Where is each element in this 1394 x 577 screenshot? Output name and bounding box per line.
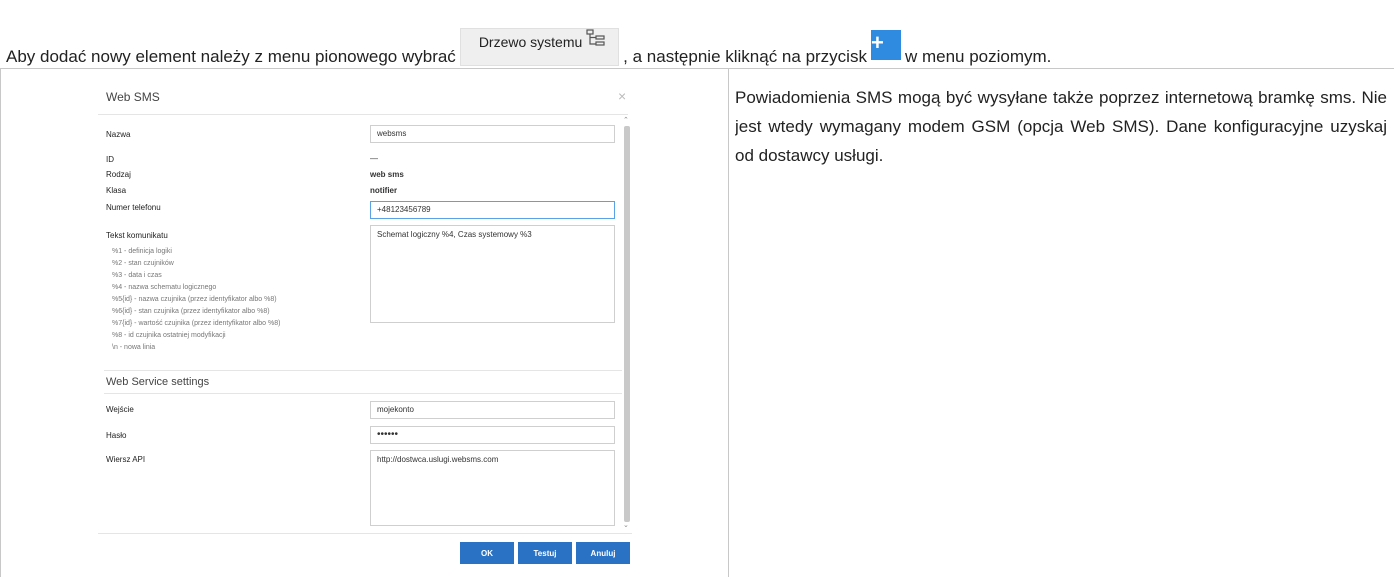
name-input[interactable]: websms [370, 125, 615, 143]
password-label: Hasło [106, 431, 127, 440]
id-value: — [370, 154, 378, 163]
hint-1: %1 - definicja logiki [112, 248, 172, 255]
instruction-part2: , a następnie kliknąć na przycisk [623, 47, 867, 66]
plus-button[interactable]: + [870, 30, 901, 60]
instruction-part3: w menu poziomym. [904, 47, 1052, 66]
message-label: Tekst komunikatu [106, 231, 168, 240]
system-tree-button[interactable]: Drzewo systemu [459, 28, 620, 66]
scroll-up-icon[interactable]: ⌃ [623, 116, 629, 124]
tree-icon [586, 29, 605, 46]
dialog-footer-divider [98, 533, 632, 534]
test-button[interactable]: Testuj [518, 542, 572, 564]
section-title: Web Service settings [106, 376, 210, 388]
table-left-border [0, 68, 1, 577]
ok-button[interactable]: OK [460, 542, 514, 564]
section-divider-top [104, 370, 622, 371]
dialog-header-divider [98, 114, 628, 115]
instruction-part1: Aby dodać nowy element należy z menu pio… [6, 47, 456, 66]
hint-9: \n - nowa linia [112, 344, 156, 351]
hint-2: %2 - stan czujników [112, 260, 174, 267]
instruction-text: Aby dodać nowy element należy z menu pio… [6, 28, 1052, 76]
api-textarea[interactable]: http://dostwca.uslugi.websms.com [370, 450, 615, 526]
hint-4: %4 - nazwa schematu logicznego [112, 284, 217, 291]
class-value: notifier [370, 186, 398, 195]
message-textarea[interactable]: Schemat logiczny %4, Czas systemowy %3 [370, 225, 615, 323]
web-sms-dialog: Web SMS × Nazwa websms ID — Rodzaj web s… [98, 80, 638, 577]
kind-label: Rodzaj [106, 170, 131, 179]
api-label: Wiersz API [106, 455, 146, 464]
hint-3: %3 - data i czas [112, 272, 162, 279]
class-label: Klasa [106, 186, 127, 195]
system-tree-label: Drzewo systemu [478, 34, 583, 50]
column-divider [728, 68, 729, 577]
dialog-scrollbar[interactable]: ⌃ ⌄ [622, 116, 632, 530]
close-icon[interactable]: × [618, 88, 626, 104]
hint-7: %7{id} - wartość czujnika (przez identyf… [112, 320, 281, 327]
phone-label: Numer telefonu [106, 203, 161, 212]
hint-5: %5{id} - nazwa czujnika (przez identyfik… [112, 296, 277, 303]
name-label: Nazwa [106, 130, 131, 139]
hint-8: %8 - id czujnika ostatniej modyfikacji [112, 332, 226, 339]
dialog-title: Web SMS [106, 90, 160, 104]
scroll-thumb[interactable] [624, 126, 630, 522]
id-label: ID [106, 155, 114, 164]
section-divider-bottom [104, 393, 622, 394]
scroll-down-icon[interactable]: ⌄ [623, 521, 629, 529]
phone-input[interactable]: +48123456789 [370, 201, 615, 219]
cancel-button[interactable]: Anuluj [576, 542, 630, 564]
description-text: Powiadomienia SMS mogą być wysyłane takż… [735, 88, 1387, 165]
login-label: Wejście [106, 405, 134, 414]
password-input[interactable]: •••••• [370, 426, 615, 444]
hint-6: %6{id} - stan czujnika (przez identyfika… [112, 308, 270, 315]
login-input[interactable]: mojekonto [370, 401, 615, 419]
kind-value: web sms [370, 170, 404, 179]
instruction-row: Aby dodać nowy element należy z menu pio… [0, 0, 1394, 69]
